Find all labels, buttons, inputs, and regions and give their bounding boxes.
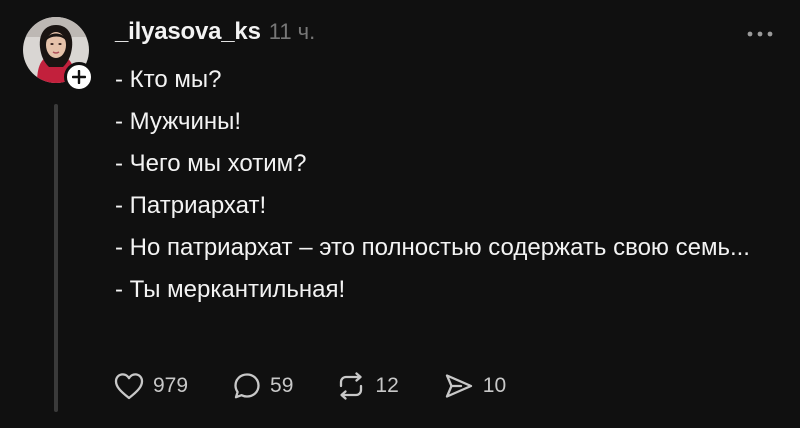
post-line: - Но патриархат – это полностью содержат…: [115, 234, 750, 261]
post-text: - Кто мы? - Мужчины! - Чего мы хотим? - …: [115, 62, 755, 314]
more-options-button[interactable]: [744, 26, 776, 42]
like-button[interactable]: 979: [113, 371, 188, 401]
more-horizontal-icon: [747, 31, 773, 37]
like-count: 979: [153, 374, 189, 397]
share-button[interactable]: 10: [443, 371, 506, 401]
repost-icon: [340, 372, 363, 400]
repost-button[interactable]: 12: [335, 371, 399, 401]
plus-icon: [72, 70, 86, 84]
post-line: - Мужчины!: [115, 108, 242, 135]
post-line: - Чего мы хотим?: [115, 150, 307, 177]
username[interactable]: _ilyasova_ks: [115, 18, 261, 46]
post-line: - Патриархат!: [115, 192, 267, 219]
send-icon: [445, 374, 472, 398]
heart-icon: [114, 373, 144, 400]
reply-button[interactable]: 59: [232, 371, 293, 401]
post-line: - Ты меркантильная!: [115, 276, 346, 303]
repost-count: 12: [375, 374, 399, 397]
reply-count: 59: [270, 374, 294, 397]
comment-bubble-icon: [234, 373, 260, 399]
share-count: 10: [482, 374, 507, 397]
timestamp[interactable]: 11 ч.: [269, 19, 316, 45]
thread-line: [54, 104, 58, 412]
post-line: - Кто мы?: [115, 66, 222, 93]
thread-post: _ilyasova_ks 11 ч. - Кто мы? - Мужчины! …: [0, 0, 800, 428]
post-header: _ilyasova_ks 11 ч.: [115, 18, 315, 52]
action-bar: 979 59 12 10: [113, 366, 506, 406]
follow-button[interactable]: [64, 62, 94, 92]
